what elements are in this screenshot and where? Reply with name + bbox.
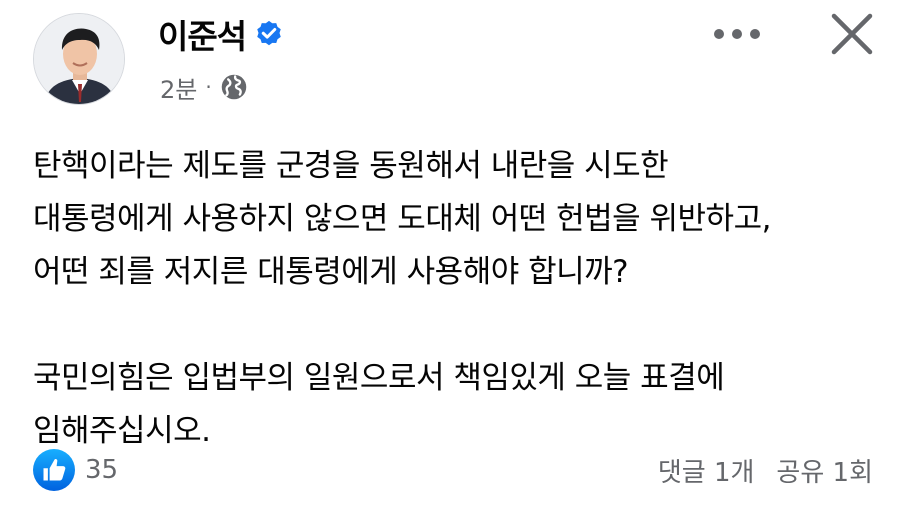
- post-line: 대통령에게 사용하지 않으면 도대체 어떤 헌법을 위반하고,: [33, 201, 771, 237]
- avatar[interactable]: [33, 13, 125, 105]
- profile-photo-icon: [34, 14, 124, 104]
- post-body: 탄핵이라는 제도를 군경을 동원해서 내란을 시도한 대통령에게 사용하지 않으…: [33, 140, 883, 458]
- more-options-button[interactable]: [710, 14, 764, 54]
- close-icon: [831, 13, 873, 55]
- post-meta: 2분 ·: [160, 70, 248, 104]
- timestamp[interactable]: 2분: [160, 70, 197, 105]
- like-icon: [33, 449, 75, 491]
- shares-count[interactable]: 공유 1회: [776, 452, 873, 489]
- engagement-counts: 댓글 1개 공유 1회: [658, 448, 873, 492]
- verified-badge-icon: [254, 19, 284, 49]
- author-name[interactable]: 이준석: [158, 10, 247, 58]
- more-dots-icon: [750, 29, 760, 39]
- more-dots-icon: [732, 29, 742, 39]
- comments-count[interactable]: 댓글 1개: [658, 452, 755, 489]
- post-line: 어떤 죄를 저지른 대통령에게 사용해야 합니까?: [33, 254, 629, 290]
- facebook-post: 이준석 2분 · 탄핵이라는 제도를 군경을 동원해서 내란을 시도한 대통령에: [0, 0, 903, 506]
- globe-icon[interactable]: [220, 73, 248, 101]
- more-dots-icon: [714, 29, 724, 39]
- post-line: 탄핵이라는 제도를 군경을 동원해서 내란을 시도한: [33, 148, 669, 184]
- meta-separator: ·: [205, 75, 212, 99]
- close-button[interactable]: [826, 8, 878, 60]
- author-row: 이준석: [158, 12, 284, 56]
- reactions-summary[interactable]: 35: [33, 448, 118, 492]
- like-count: 35: [85, 455, 119, 485]
- post-line: 국민의힘은 입법부의 일원으로서 책임있게 오늘 표결에: [33, 360, 725, 396]
